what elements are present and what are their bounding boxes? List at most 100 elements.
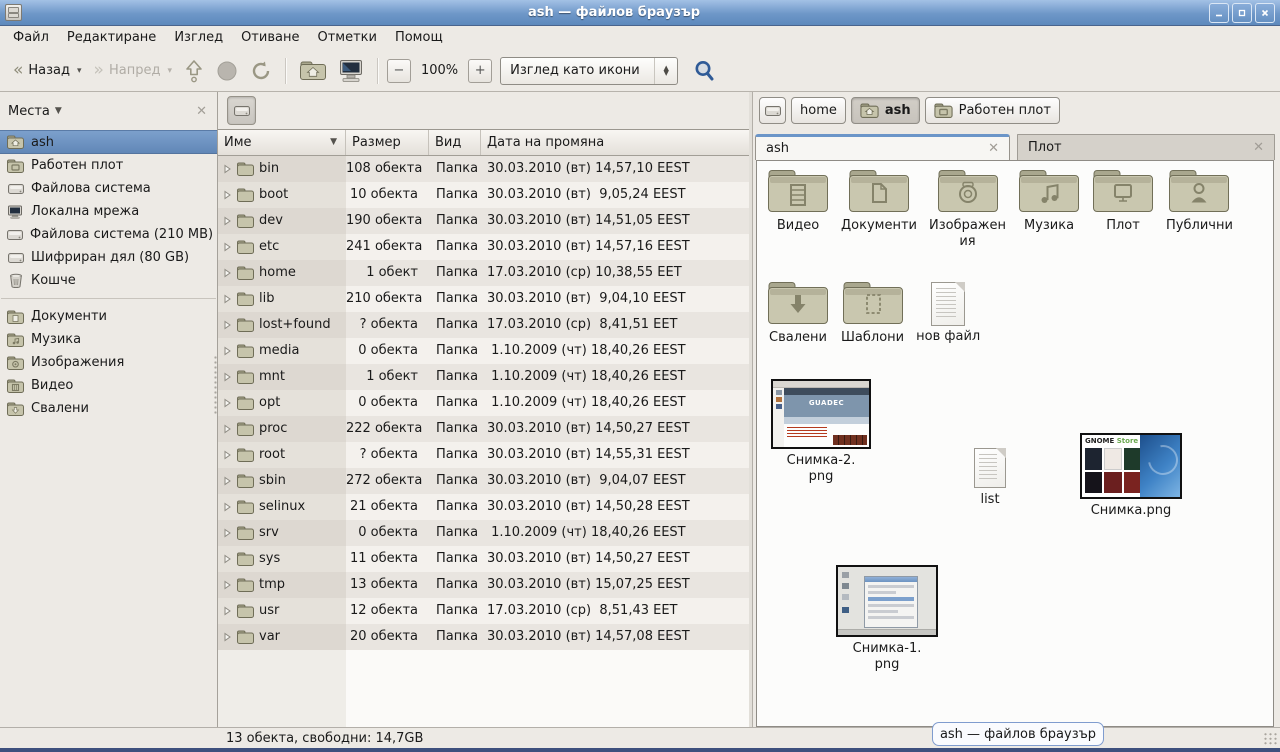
table-row[interactable]: bin 108 обекта Папка 30.03.2010 (вт) 14,…: [218, 156, 749, 182]
folder-item[interactable]: Свалени: [761, 279, 835, 346]
sidebar-close-icon[interactable]: ✕: [196, 104, 207, 119]
folder-item[interactable]: Шаблони: [835, 279, 910, 346]
expander-icon[interactable]: [223, 190, 232, 200]
sidebar-item[interactable]: Работен плот: [0, 154, 217, 177]
expander-icon[interactable]: [223, 398, 232, 408]
close-button[interactable]: [1255, 3, 1275, 23]
column-header-type[interactable]: Вид: [429, 130, 481, 155]
sidebar-item[interactable]: Видео: [0, 374, 217, 397]
table-row[interactable]: tmp 13 обекта Папка 30.03.2010 (вт) 15,0…: [218, 572, 749, 598]
maximize-button[interactable]: [1232, 3, 1252, 23]
tab-close-icon[interactable]: ✕: [988, 141, 999, 156]
table-row[interactable]: media 0 обекта Папка 1.10.2009 (чт) 18,4…: [218, 338, 749, 364]
tab-close-icon[interactable]: ✕: [1253, 140, 1264, 155]
table-row[interactable]: mnt 1 обект Папка 1.10.2009 (чт) 18,40,2…: [218, 364, 749, 390]
path-button-current[interactable]: ash: [851, 97, 920, 124]
home-button[interactable]: [295, 56, 331, 86]
expander-icon[interactable]: [223, 632, 232, 642]
table-row[interactable]: lost+found ? обекта Папка 17.03.2010 (ср…: [218, 312, 749, 338]
forward-button[interactable]: » Напред ▾: [89, 56, 177, 86]
chevron-down-icon[interactable]: ▼: [55, 106, 62, 116]
column-header-date[interactable]: Дата на промяна: [481, 130, 749, 155]
image-file-item[interactable]: GNOME Store Снимка.png: [1077, 433, 1185, 519]
table-row[interactable]: sys 11 обекта Папка 30.03.2010 (вт) 14,5…: [218, 546, 749, 572]
sidebar-item[interactable]: Изображения: [0, 351, 217, 374]
sidebar-item[interactable]: ash: [0, 130, 217, 154]
expander-icon[interactable]: [223, 502, 232, 512]
sidebar-item[interactable]: Локална мрежа: [0, 200, 217, 223]
menu-item[interactable]: Отиване: [232, 26, 308, 50]
menu-item[interactable]: Отметки: [308, 26, 385, 50]
pane-resize-handle[interactable]: [213, 355, 218, 415]
expander-icon[interactable]: [223, 580, 232, 590]
folder-item[interactable]: Видео: [761, 167, 835, 234]
folder-item[interactable]: Изображен ия: [923, 167, 1012, 250]
resize-grip[interactable]: [1263, 732, 1277, 745]
up-button[interactable]: [179, 56, 209, 86]
table-row[interactable]: lib 210 обекта Папка 30.03.2010 (вт) 9,0…: [218, 286, 749, 312]
menu-item[interactable]: Редактиране: [58, 26, 165, 50]
root-location-button[interactable]: [227, 96, 256, 125]
expander-icon[interactable]: [223, 164, 232, 174]
table-row[interactable]: usr 12 обекта Папка 17.03.2010 (ср) 8,51…: [218, 598, 749, 624]
menu-item[interactable]: Помощ: [386, 26, 452, 50]
sidebar-item[interactable]: Свалени: [0, 397, 217, 420]
table-row[interactable]: proc 222 обекта Папка 30.03.2010 (вт) 14…: [218, 416, 749, 442]
expander-icon[interactable]: [223, 476, 232, 486]
table-row[interactable]: boot 10 обекта Папка 30.03.2010 (вт) 9,0…: [218, 182, 749, 208]
icon-view[interactable]: Видео: [756, 160, 1274, 727]
folder-item[interactable]: Публични: [1160, 167, 1239, 234]
table-row[interactable]: root ? обекта Папка 30.03.2010 (вт) 14,5…: [218, 442, 749, 468]
sidebar-item[interactable]: Файлова система (210 MB): [0, 223, 217, 246]
expander-icon[interactable]: [223, 606, 232, 616]
path-button-root[interactable]: [759, 97, 786, 124]
menu-item[interactable]: Изглед: [165, 26, 232, 50]
sidebar-item[interactable]: Файлова система: [0, 177, 217, 200]
folder-item[interactable]: Музика: [1012, 167, 1086, 234]
zoom-out-button[interactable]: −: [387, 59, 411, 83]
image-file-item[interactable]: GUADEC Снимка-2. png: [769, 379, 873, 485]
sidebar-item[interactable]: Кошче: [0, 269, 217, 292]
path-button-desktop[interactable]: Работен плот: [925, 97, 1060, 124]
expander-icon[interactable]: [223, 372, 232, 382]
path-button-home[interactable]: home: [791, 97, 846, 124]
tab-desktop[interactable]: Плот ✕: [1017, 134, 1275, 160]
view-mode-select[interactable]: Изглед като икони ▲▼: [500, 57, 678, 85]
expander-icon[interactable]: [223, 554, 232, 564]
titlebar[interactable]: ash — файлов браузър: [0, 0, 1280, 26]
zoom-in-button[interactable]: +: [468, 59, 492, 83]
expander-icon[interactable]: [223, 424, 232, 434]
image-file-item[interactable]: Снимка-1. png: [835, 565, 939, 673]
table-row[interactable]: var 20 обекта Папка 30.03.2010 (вт) 14,5…: [218, 624, 749, 650]
sidebar-item[interactable]: Шифриран дял (80 GB): [0, 246, 217, 269]
text-file-item[interactable]: list: [960, 448, 1020, 508]
table-row[interactable]: dev 190 обекта Папка 30.03.2010 (вт) 14,…: [218, 208, 749, 234]
taskbar-window-button[interactable]: ash — файлов браузър: [932, 722, 1104, 746]
folder-item[interactable]: Документи: [835, 167, 923, 234]
expander-icon[interactable]: [223, 320, 232, 330]
table-row[interactable]: etc 241 обекта Папка 30.03.2010 (вт) 14,…: [218, 234, 749, 260]
minimize-button[interactable]: [1209, 3, 1229, 23]
table-row[interactable]: srv 0 обекта Папка 1.10.2009 (чт) 18,40,…: [218, 520, 749, 546]
computer-button[interactable]: [333, 56, 369, 86]
expander-icon[interactable]: [223, 528, 232, 538]
expander-icon[interactable]: [223, 450, 232, 460]
expander-icon[interactable]: [223, 216, 232, 226]
back-dropdown-icon[interactable]: ▾: [77, 66, 82, 76]
table-row[interactable]: opt 0 обекта Папка 1.10.2009 (чт) 18,40,…: [218, 390, 749, 416]
sidebar-title[interactable]: Места: [8, 104, 50, 119]
table-row[interactable]: home 1 обект Папка 17.03.2010 (ср) 10,38…: [218, 260, 749, 286]
sidebar-item[interactable]: Музика: [0, 328, 217, 351]
column-header-size[interactable]: Размер: [346, 130, 429, 155]
tab-ash[interactable]: ash ✕: [755, 134, 1010, 160]
expander-icon[interactable]: [223, 268, 232, 278]
expander-icon[interactable]: [223, 242, 232, 252]
stop-button[interactable]: [211, 56, 243, 86]
column-header-name[interactable]: Име ▼: [218, 130, 346, 155]
menu-item[interactable]: Файл: [4, 26, 58, 50]
table-row[interactable]: selinux 21 обекта Папка 30.03.2010 (вт) …: [218, 494, 749, 520]
folder-item[interactable]: нов файл: [910, 279, 986, 345]
expander-icon[interactable]: [223, 346, 232, 356]
table-row[interactable]: sbin 272 обекта Папка 30.03.2010 (вт) 9,…: [218, 468, 749, 494]
back-button[interactable]: « Назад ▾: [8, 56, 87, 86]
